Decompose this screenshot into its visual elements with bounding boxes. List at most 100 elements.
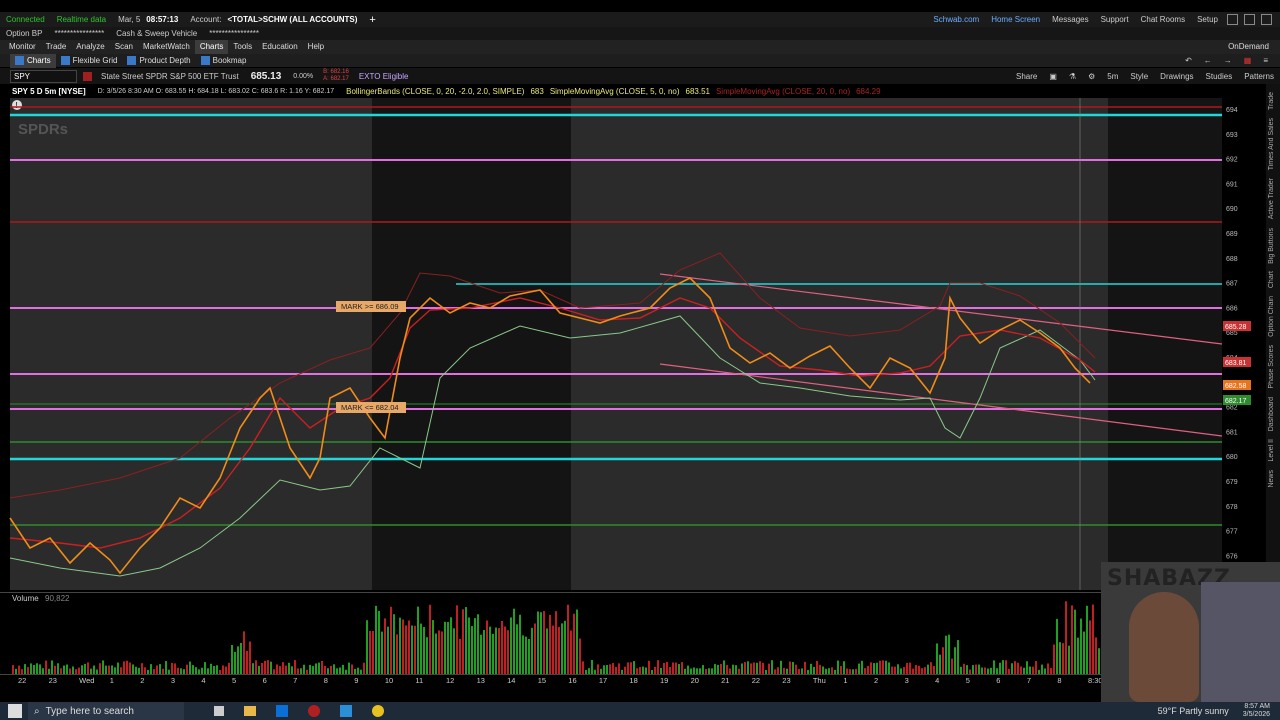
mark-flag-upper[interactable]: MARK >= 686.09 [336,301,406,312]
volume-bar [846,668,848,674]
ondemand-button[interactable]: OnDemand [1223,40,1274,54]
volume-bar [555,611,557,674]
app-icon[interactable] [308,705,320,717]
maximize-icon[interactable] [1244,14,1255,25]
volume-bar [867,665,869,674]
thinkorswim-icon[interactable] [340,705,352,717]
volume-bar [1086,605,1088,674]
link-chat-rooms[interactable]: Chat Rooms [1135,15,1191,24]
menu-icon[interactable]: ≡ [1257,56,1274,65]
tab-tools[interactable]: Tools [228,40,257,54]
file-explorer-icon[interactable] [244,706,256,716]
undo-icon[interactable]: ↶ [1179,56,1198,65]
subtab-bookmap[interactable]: Bookmap [196,54,252,68]
price-chart[interactable]: SPDRs ! MARK >= 686.09 MARK <= 682.04 69… [0,98,1280,590]
volume-pane[interactable]: Volume 90,822 22 23 Wed 1 2 3 4 5 6 7 8 9 10 11 12 13 14… [0,592,1280,688]
tab-trade[interactable]: Trade [41,40,72,54]
patterns-button[interactable]: Patterns [1238,72,1280,81]
drawings-button[interactable]: Drawings [1154,72,1199,81]
volume-bar [681,662,683,674]
tab-monitor[interactable]: Monitor [4,40,41,54]
tab-help[interactable]: Help [303,40,329,54]
volume-bar [633,661,635,674]
volume-bar [498,628,500,674]
camera-icon[interactable]: ▣ [1043,72,1063,81]
sma20-label[interactable]: SimpleMovingAvg (CLOSE, 20, 0, no) [710,87,856,96]
subtab-charts[interactable]: Charts [10,53,56,68]
subtab-product-depth[interactable]: Product Depth [122,54,195,68]
link-schwab[interactable]: Schwab.com [927,15,985,24]
gear-icon[interactable]: ⚙ [1082,72,1101,81]
close-icon[interactable] [1261,14,1272,25]
tab-education[interactable]: Education [257,40,303,54]
symbol-input[interactable]: SPY [10,69,77,83]
volume-bar [975,664,977,674]
link-messages[interactable]: Messages [1046,15,1094,24]
style-button[interactable]: Style [1124,72,1154,81]
volume-bar [1059,642,1061,674]
flask-icon[interactable]: ⚗ [1063,72,1082,81]
volume-bar [285,665,287,674]
store-icon[interactable] [276,705,288,717]
tab-charts[interactable]: Charts [194,40,229,54]
tab-marketwatch[interactable]: MarketWatch [138,40,195,54]
subtab-flexible-grid[interactable]: Flexible Grid [56,54,123,68]
windows-start-icon[interactable] [8,704,22,718]
volume-bar [117,662,119,674]
forward-arrow-icon[interactable]: → [1218,56,1238,65]
flag-icon[interactable] [83,71,92,81]
volume-bar [207,668,209,674]
volume-bar [711,668,713,674]
time-tick: 5 [966,676,970,685]
taskbar-clock[interactable]: 8:57 AM 3/5/2026 [1243,703,1270,719]
sma20-value: 684.29 [856,86,881,96]
sidebar-tab[interactable]: Active Trader [1268,178,1275,219]
volume-bar [894,666,896,674]
back-arrow-icon[interactable]: ← [1198,56,1218,65]
sidebar-tab[interactable]: Chart [1268,271,1275,288]
layout-grid-icon[interactable]: ▦ [1238,56,1258,65]
share-button[interactable]: Share [1010,72,1043,81]
sidebar-tab[interactable]: News [1268,470,1275,488]
sidebar-tab[interactable]: Times And Sales [1268,118,1275,170]
sidebar-tab[interactable]: Phase Scores [1268,345,1275,389]
mark-flag-lower[interactable]: MARK <= 682.04 [336,402,406,413]
volume-bar [981,667,983,674]
volume-bar [159,664,161,674]
weather-widget[interactable]: 59°F Partly sunny [1158,706,1229,716]
interval-selector[interactable]: 5m [1101,72,1124,81]
volume-bar [927,664,929,674]
volume-bar [360,669,362,674]
link-home-screen[interactable]: Home Screen [985,15,1046,24]
sma5-label[interactable]: SimpleMovingAvg (CLOSE, 5, 0, no) [544,87,686,96]
sidebar-tab[interactable]: Trade [1268,92,1275,110]
minimize-icon[interactable] [1227,14,1238,25]
volume-bar [201,667,203,674]
sidebar-tab[interactable]: Option Chain [1268,296,1275,337]
sidebar-tab[interactable]: Dashboard [1268,397,1275,431]
account-selector[interactable]: <TOTAL>SCHW (ALL ACCOUNTS) [227,15,363,24]
sidebar-tab[interactable]: Level II [1268,439,1275,462]
taskbar-search[interactable]: ⌕ Type here to search [28,702,184,720]
volume-bar [462,609,464,674]
volume-bar [249,641,251,674]
sidebar-tab[interactable]: Big Buttons [1268,228,1275,264]
link-setup[interactable]: Setup [1191,15,1224,24]
depth-icon [127,55,137,65]
volume-bar [897,664,899,674]
studies-button[interactable]: Studies [1200,72,1239,81]
add-icon[interactable]: + [363,14,381,26]
tab-scan[interactable]: Scan [110,40,138,54]
volume-bar [324,666,326,674]
volume-bar [135,666,137,674]
bollinger-label[interactable]: BollingerBands (CLOSE, 0, 20, -2.0, 2.0,… [340,87,530,96]
time-tick: 7 [1027,676,1031,685]
volume-bar [984,667,986,674]
link-support[interactable]: Support [1095,15,1135,24]
buying-power-bar: Option BP **************** Cash & Sweep … [0,27,1280,40]
tab-analyze[interactable]: Analyze [71,40,109,54]
task-view-icon[interactable] [214,706,224,716]
time-tick: 12 [446,676,454,685]
chrome-icon[interactable] [372,705,384,717]
volume-bar [969,669,971,674]
